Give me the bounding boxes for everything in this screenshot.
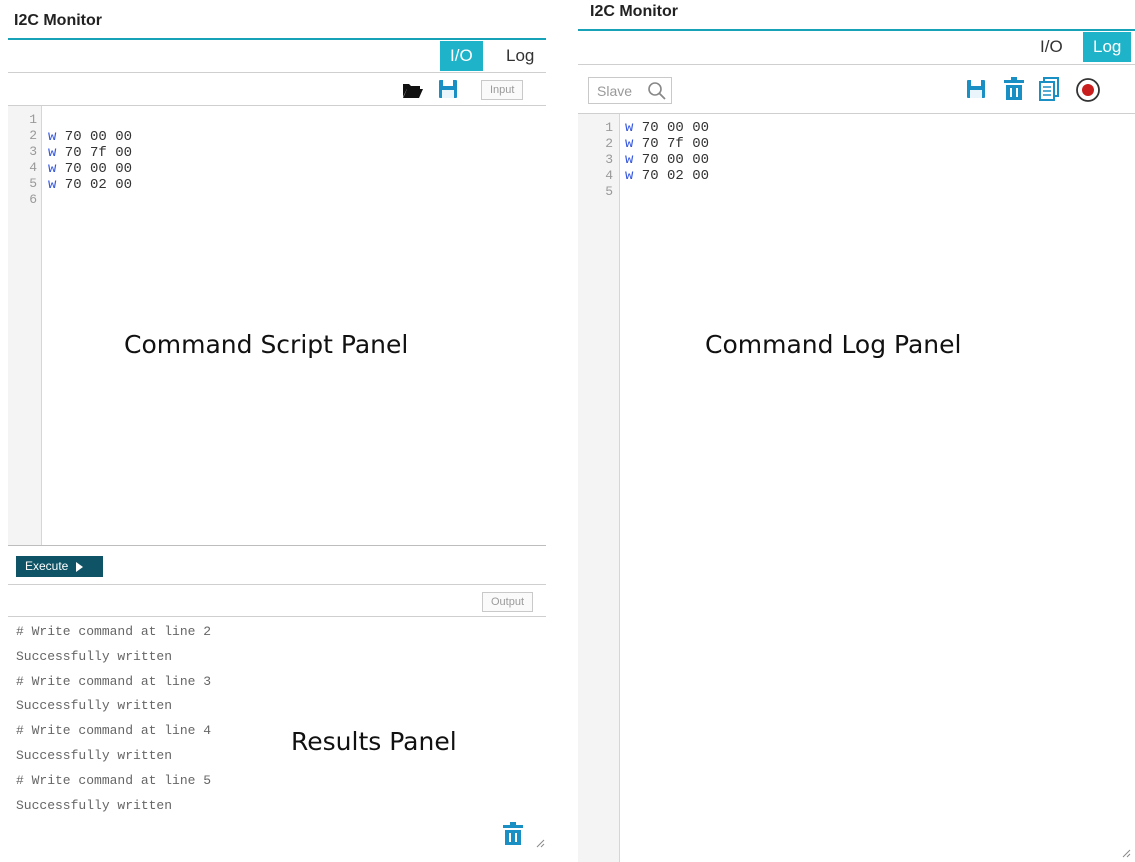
resize-grip-icon[interactable] <box>1121 848 1131 858</box>
save-icon[interactable] <box>438 79 458 104</box>
code-line: w 70 7f 00 <box>625 136 710 152</box>
code-line: w 70 00 00 <box>48 129 133 145</box>
result-line: # Write command at line 3 <box>16 673 212 689</box>
io-panel: I2C Monitor I/O Log Input 1 2 3 4 5 6 w … <box>8 0 546 862</box>
code-area[interactable]: w 70 00 00 w 70 7f 00 w 70 00 00 w 70 02… <box>48 113 132 209</box>
command-log-editor[interactable]: 1 2 3 4 5 w 70 00 00 w 70 7f 00 w 70 00 … <box>578 114 1135 862</box>
slave-search[interactable]: Slave <box>588 77 672 104</box>
line-number: 1 <box>605 120 613 135</box>
line-number: 2 <box>605 136 613 151</box>
panel-title: I2C Monitor <box>590 3 678 20</box>
command-log-panel-label: Command Log Panel <box>705 330 962 359</box>
execute-button[interactable]: Execute <box>16 556 103 577</box>
result-line: # Write command at line 4 <box>16 723 212 739</box>
command-script-editor[interactable]: 1 2 3 4 5 6 w 70 00 00 w 70 7f 00 w 70 0… <box>8 106 546 545</box>
results-panel-label: Results Panel <box>291 727 457 756</box>
output-button[interactable]: Output <box>482 592 534 612</box>
code-line: w 70 00 00 <box>625 152 710 168</box>
log-panel: I2C Monitor I/O Log Slave 1 2 3 4 5 w 70… <box>578 0 1135 862</box>
line-number-gutter: 1 2 3 4 5 <box>578 114 620 862</box>
play-icon <box>76 561 84 572</box>
line-number: 6 <box>29 192 37 207</box>
line-number: 5 <box>29 176 37 191</box>
result-line: Successfully written <box>16 648 173 664</box>
results-output: # Write command at line 2 Successfully w… <box>16 620 211 818</box>
record-icon[interactable] <box>1075 77 1101 108</box>
result-line: Successfully written <box>16 747 173 763</box>
trash-icon[interactable] <box>1003 77 1025 106</box>
line-number: 3 <box>605 152 613 167</box>
code-line: w 70 7f 00 <box>48 145 133 161</box>
copy-icon[interactable] <box>1039 77 1059 106</box>
resize-grip-icon[interactable] <box>535 838 545 848</box>
line-number: 1 <box>29 112 37 127</box>
line-number: 3 <box>29 144 37 159</box>
editor-divider <box>8 545 546 546</box>
tabs-divider <box>578 64 1135 65</box>
tab-log[interactable]: Log <box>1083 32 1132 62</box>
result-line: # Write command at line 2 <box>16 624 212 639</box>
result-line: Successfully written <box>16 698 173 714</box>
line-number: 4 <box>29 160 37 175</box>
line-number: 2 <box>29 128 37 143</box>
tab-io[interactable]: I/O <box>440 41 483 71</box>
execute-divider <box>8 584 546 585</box>
title-divider <box>578 29 1135 31</box>
code-line: w 70 02 00 <box>625 168 710 184</box>
output-divider <box>8 616 546 617</box>
toolbar-divider <box>8 105 546 106</box>
panel-title: I2C Monitor <box>14 12 102 29</box>
line-number: 4 <box>605 168 613 183</box>
save-icon[interactable] <box>966 79 986 104</box>
code-line: w 70 00 00 <box>48 161 133 177</box>
line-number-gutter: 1 2 3 4 5 6 <box>8 106 42 545</box>
result-line: # Write command at line 5 <box>16 772 212 788</box>
command-script-panel-label: Command Script Panel <box>124 330 409 359</box>
slave-placeholder: Slave <box>597 83 633 99</box>
tab-log[interactable]: Log <box>496 41 544 71</box>
code-area[interactable]: w 70 00 00 w 70 7f 00 w 70 00 00 w 70 02… <box>625 120 709 200</box>
code-line: w 70 00 00 <box>625 120 710 136</box>
title-divider <box>8 38 546 40</box>
folder-open-icon[interactable] <box>402 81 424 104</box>
result-line: Successfully written <box>16 797 173 813</box>
line-number: 5 <box>605 184 613 199</box>
execute-label: Execute <box>25 559 69 573</box>
input-button[interactable]: Input <box>481 80 524 100</box>
tabs-divider <box>8 72 546 73</box>
tab-io[interactable]: I/O <box>1030 32 1073 62</box>
search-icon[interactable] <box>647 81 667 101</box>
trash-icon[interactable] <box>502 822 524 851</box>
code-line: w 70 02 00 <box>48 177 133 193</box>
